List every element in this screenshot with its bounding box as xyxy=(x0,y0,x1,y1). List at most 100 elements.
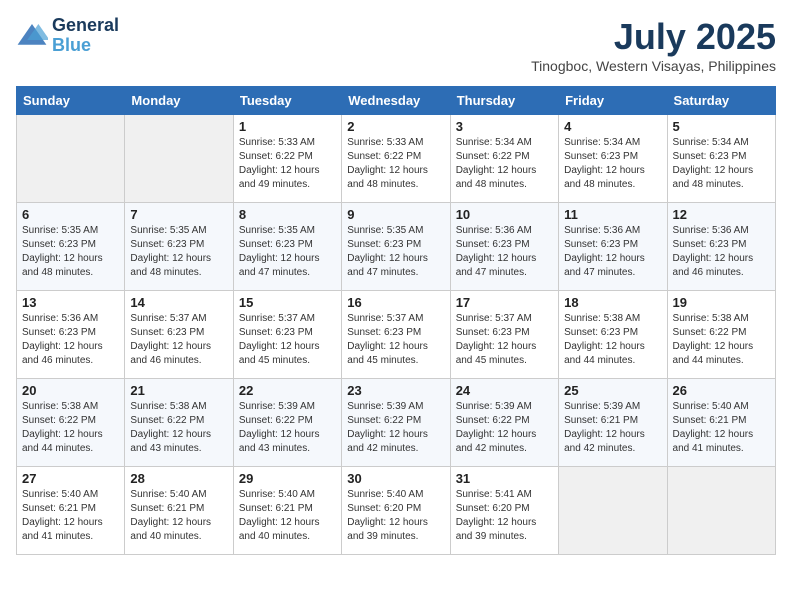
calendar-cell: 8 Sunrise: 5:35 AM Sunset: 6:23 PM Daylig… xyxy=(233,203,341,291)
week-row-4: 20 Sunrise: 5:38 AM Sunset: 6:22 PM Dayli… xyxy=(17,379,776,467)
calendar-cell: 7Sunrise: 5:35 AM Sunset: 6:23 PM Daylig… xyxy=(125,203,233,291)
page-header: General Blue July 2025 Tinogboc, Western… xyxy=(16,16,776,74)
day-info: Sunrise: 5:41 AM Sunset: 6:20 PM Dayligh… xyxy=(456,488,553,544)
calendar-cell: 4Sunrise: 5:34 AM Sunset: 6:23 PM Daylig… xyxy=(559,115,667,203)
day-info: Sunrise: 5:36 AM Sunset: 6:23 PM Dayligh… xyxy=(456,224,553,280)
calendar-cell: 22Sunrise: 5:39 AM Sunset: 6:22 PM Dayli… xyxy=(233,379,341,467)
logo-icon xyxy=(16,22,48,50)
day-number: 2 xyxy=(347,119,444,134)
day-info: Sunrise: 5:39 AM Sunset: 6:22 PM Dayligh… xyxy=(347,400,444,456)
day-number: 20 xyxy=(22,383,119,398)
calendar-table: SundayMondayTuesdayWednesdayThursdayFrid… xyxy=(16,86,776,555)
logo: General Blue xyxy=(16,16,119,56)
day-info: Sunrise: 5:37 AM Sunset: 6:23 PM Dayligh… xyxy=(456,312,553,368)
week-row-5: 27 Sunrise: 5:40 AM Sunset: 6:21 PM Dayli… xyxy=(17,467,776,555)
day-number: 4 xyxy=(564,119,661,134)
calendar-cell: 3 Sunrise: 5:34 AM Sunset: 6:22 PM Daylig… xyxy=(450,115,558,203)
day-number: 1 xyxy=(239,119,336,134)
calendar-cell: 10 Sunrise: 5:36 AM Sunset: 6:23 PM Dayli… xyxy=(450,203,558,291)
day-info: Sunrise: 5:35 AM Sunset: 6:23 PM Dayligh… xyxy=(22,224,119,280)
day-number: 26 xyxy=(673,383,770,398)
calendar-cell: 1 Sunrise: 5:33 AM Sunset: 6:22 PM Daylig… xyxy=(233,115,341,203)
calendar-cell: 13Sunrise: 5:36 AM Sunset: 6:23 PM Dayli… xyxy=(17,291,125,379)
day-info: Sunrise: 5:37 AM Sunset: 6:23 PM Dayligh… xyxy=(239,312,336,368)
day-info: Sunrise: 5:39 AM Sunset: 6:21 PM Dayligh… xyxy=(564,400,661,456)
calendar-cell: 27 Sunrise: 5:40 AM Sunset: 6:21 PM Dayli… xyxy=(17,467,125,555)
day-info: Sunrise: 5:34 AM Sunset: 6:22 PM Dayligh… xyxy=(456,136,553,192)
weekday-header-wednesday: Wednesday xyxy=(342,87,450,115)
day-info: Sunrise: 5:33 AM Sunset: 6:22 PM Dayligh… xyxy=(239,136,336,192)
day-info: Sunrise: 5:36 AM Sunset: 6:23 PM Dayligh… xyxy=(564,224,661,280)
week-row-2: 6 Sunrise: 5:35 AM Sunset: 6:23 PM Daylig… xyxy=(17,203,776,291)
day-number: 24 xyxy=(456,383,553,398)
day-number: 29 xyxy=(239,471,336,486)
calendar-cell: 28 Sunrise: 5:40 AM Sunset: 6:21 PM Dayli… xyxy=(125,467,233,555)
location: Tinogboc, Western Visayas, Philippines xyxy=(531,58,776,74)
day-info: Sunrise: 5:39 AM Sunset: 6:22 PM Dayligh… xyxy=(456,400,553,456)
weekday-header-tuesday: Tuesday xyxy=(233,87,341,115)
day-number: 5 xyxy=(673,119,770,134)
day-info: Sunrise: 5:38 AM Sunset: 6:22 PM Dayligh… xyxy=(673,312,770,368)
calendar-cell: 14Sunrise: 5:37 AM Sunset: 6:23 PM Dayli… xyxy=(125,291,233,379)
day-number: 19 xyxy=(673,295,770,310)
day-info: Sunrise: 5:37 AM Sunset: 6:23 PM Dayligh… xyxy=(347,312,444,368)
day-number: 16 xyxy=(347,295,444,310)
weekday-header-sunday: Sunday xyxy=(17,87,125,115)
calendar-cell: 5 Sunrise: 5:34 AM Sunset: 6:23 PM Daylig… xyxy=(667,115,775,203)
day-info: Sunrise: 5:40 AM Sunset: 6:21 PM Dayligh… xyxy=(22,488,119,544)
day-number: 25 xyxy=(564,383,661,398)
weekday-header-saturday: Saturday xyxy=(667,87,775,115)
day-number: 18 xyxy=(564,295,661,310)
day-number: 28 xyxy=(130,471,227,486)
day-number: 10 xyxy=(456,207,553,222)
day-info: Sunrise: 5:36 AM Sunset: 6:23 PM Dayligh… xyxy=(22,312,119,368)
calendar-cell: 16 Sunrise: 5:37 AM Sunset: 6:23 PM Dayli… xyxy=(342,291,450,379)
day-info: Sunrise: 5:38 AM Sunset: 6:23 PM Dayligh… xyxy=(564,312,661,368)
logo-text: General Blue xyxy=(52,16,119,56)
day-info: Sunrise: 5:40 AM Sunset: 6:20 PM Dayligh… xyxy=(347,488,444,544)
day-number: 23 xyxy=(347,383,444,398)
title-block: July 2025 Tinogboc, Western Visayas, Phi… xyxy=(531,16,776,74)
calendar-cell: 21Sunrise: 5:38 AM Sunset: 6:22 PM Dayli… xyxy=(125,379,233,467)
calendar-cell: 20 Sunrise: 5:38 AM Sunset: 6:22 PM Dayli… xyxy=(17,379,125,467)
weekday-header-friday: Friday xyxy=(559,87,667,115)
day-info: Sunrise: 5:40 AM Sunset: 6:21 PM Dayligh… xyxy=(239,488,336,544)
day-info: Sunrise: 5:35 AM Sunset: 6:23 PM Dayligh… xyxy=(347,224,444,280)
calendar-cell xyxy=(667,467,775,555)
day-number: 15 xyxy=(239,295,336,310)
day-info: Sunrise: 5:40 AM Sunset: 6:21 PM Dayligh… xyxy=(130,488,227,544)
day-info: Sunrise: 5:34 AM Sunset: 6:23 PM Dayligh… xyxy=(673,136,770,192)
day-info: Sunrise: 5:38 AM Sunset: 6:22 PM Dayligh… xyxy=(22,400,119,456)
calendar-cell: 30 Sunrise: 5:40 AM Sunset: 6:20 PM Dayli… xyxy=(342,467,450,555)
weekday-header-monday: Monday xyxy=(125,87,233,115)
calendar-cell: 26Sunrise: 5:40 AM Sunset: 6:21 PM Dayli… xyxy=(667,379,775,467)
day-number: 14 xyxy=(130,295,227,310)
day-number: 12 xyxy=(673,207,770,222)
calendar-cell: 6 Sunrise: 5:35 AM Sunset: 6:23 PM Daylig… xyxy=(17,203,125,291)
day-number: 27 xyxy=(22,471,119,486)
weekday-header-row: SundayMondayTuesdayWednesdayThursdayFrid… xyxy=(17,87,776,115)
calendar-cell xyxy=(125,115,233,203)
month-title: July 2025 xyxy=(531,16,776,58)
week-row-1: 1 Sunrise: 5:33 AM Sunset: 6:22 PM Daylig… xyxy=(17,115,776,203)
weekday-header-thursday: Thursday xyxy=(450,87,558,115)
calendar-cell: 2Sunrise: 5:33 AM Sunset: 6:22 PM Daylig… xyxy=(342,115,450,203)
day-info: Sunrise: 5:36 AM Sunset: 6:23 PM Dayligh… xyxy=(673,224,770,280)
calendar-cell: 18 Sunrise: 5:38 AM Sunset: 6:23 PM Dayli… xyxy=(559,291,667,379)
day-number: 6 xyxy=(22,207,119,222)
day-info: Sunrise: 5:35 AM Sunset: 6:23 PM Dayligh… xyxy=(239,224,336,280)
day-info: Sunrise: 5:39 AM Sunset: 6:22 PM Dayligh… xyxy=(239,400,336,456)
day-number: 30 xyxy=(347,471,444,486)
day-number: 21 xyxy=(130,383,227,398)
calendar-cell: 31 Sunrise: 5:41 AM Sunset: 6:20 PM Dayli… xyxy=(450,467,558,555)
day-number: 8 xyxy=(239,207,336,222)
day-number: 31 xyxy=(456,471,553,486)
day-number: 17 xyxy=(456,295,553,310)
calendar-cell xyxy=(559,467,667,555)
day-number: 3 xyxy=(456,119,553,134)
calendar-cell: 25 Sunrise: 5:39 AM Sunset: 6:21 PM Dayli… xyxy=(559,379,667,467)
day-number: 7 xyxy=(130,207,227,222)
calendar-cell: 17 Sunrise: 5:37 AM Sunset: 6:23 PM Dayli… xyxy=(450,291,558,379)
calendar-cell: 9Sunrise: 5:35 AM Sunset: 6:23 PM Daylig… xyxy=(342,203,450,291)
calendar-cell: 24 Sunrise: 5:39 AM Sunset: 6:22 PM Dayli… xyxy=(450,379,558,467)
